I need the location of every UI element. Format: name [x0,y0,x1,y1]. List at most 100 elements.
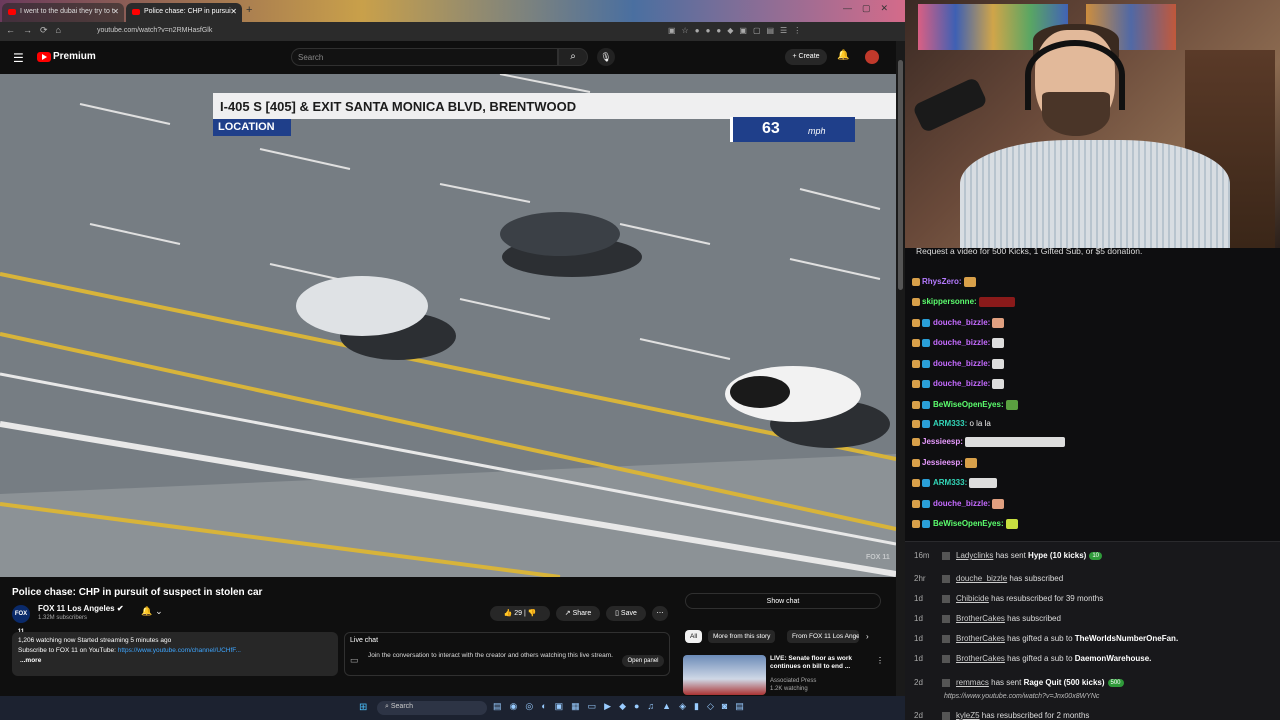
emote-icon [992,318,1005,328]
event-user[interactable]: BrotherCakes [956,654,1005,663]
share-button[interactable]: ↗ Share [556,606,600,621]
description-more[interactable]: ...more [20,657,41,664]
taskbar-app-icons[interactable]: ▤◉◎◐▣▦▭▶◆●♫▲◈▮◇◙▤ [493,701,752,712]
description-link[interactable]: https://www.youtube.com/channel/UCHfF... [118,647,241,654]
kicks-tag: 10 [1089,551,1102,560]
like-button[interactable]: 👍 29 | 👎 [490,606,550,621]
search-input[interactable]: Search [291,48,558,66]
event-text: has resubscribed for 2 months [979,711,1090,720]
kick-icon [942,678,950,687]
browser-tab[interactable]: I went to the dubai they try to t ✕ [2,3,124,22]
bookmark-icon: ▯ [615,610,619,617]
related-video-thumbnail[interactable] [683,655,766,695]
taskbar-search[interactable]: ⌕ Search [377,701,487,715]
more-actions-icon[interactable]: ⋯ [652,606,668,621]
subscribe-icon [942,614,950,623]
close-tab-icon[interactable]: ✕ [230,7,237,16]
sub-badge-icon [912,298,920,306]
taskbar-search-label: Search [390,703,414,710]
event-detail: Rage Quit (500 kicks) [1023,678,1105,687]
chat-username[interactable]: douche_bizzle: [933,318,990,327]
new-tab-icon[interactable]: + [246,4,252,16]
windows-start-icon[interactable]: ⊞ [359,702,367,713]
chat-message: douche_bizzle: [912,379,1005,389]
chip-more-from-story[interactable]: More from this story [708,630,776,643]
youtube-logo-icon[interactable] [37,52,51,62]
chat-username[interactable]: BeWiseOpenEyes: [933,519,1004,528]
menu-icon[interactable]: ☰ [13,51,24,65]
location-text: I-405 S [405] & EXIT SANTA MONICA BLVD, … [220,99,577,114]
channel-logo[interactable]: FOX 11 [12,605,30,635]
save-label: Save [620,610,637,617]
related-video-title[interactable]: LIVE: Senate floor as work continues on … [770,655,870,671]
chat-username[interactable]: douche_bizzle: [933,379,990,388]
live-chat-title: Live chat [350,637,379,644]
extension-icons[interactable]: ▣☆●●●◆▣▢▤☰⋮ [668,26,807,35]
chat-pinned-message: Request a video for 500 Kicks, 1 Gifted … [916,246,1143,256]
window-controls[interactable]: —▢✕ [843,3,898,14]
avatar[interactable] [865,50,879,64]
url-field[interactable]: youtube.com/watch?v=n2RMHasfGlk [97,27,212,34]
related-video-viewers: 1.2K watching [770,686,808,692]
emote-icon [992,379,1005,389]
gift-icon [942,634,950,643]
microphone-icon[interactable]: 🎙 [597,48,615,66]
chat-bubble-icon: ▭ [350,655,359,665]
sub-badge-icon [912,319,920,327]
emote-icon [964,437,1065,447]
chat-username[interactable]: douche_bizzle: [933,338,990,347]
kick-icon [942,551,950,560]
browser-tab-active[interactable]: Police chase: CHP in pursui ✕ [126,3,242,22]
chat-username[interactable]: skippersonne: [922,297,977,306]
chevron-right-icon[interactable]: › [866,632,869,641]
related-more-icon[interactable]: ⋮ [876,656,884,665]
speed-box [730,117,855,142]
search-icon[interactable]: ⌕ [558,48,588,66]
chat-username[interactable]: douche_bizzle: [933,499,990,508]
show-chat-button[interactable]: Show chat [685,593,881,609]
gift-icon [942,654,950,663]
event-user[interactable]: kyleZ5 [956,711,980,720]
chip-from-fox11[interactable]: From FOX 11 Los Angeles [787,630,859,643]
chat-username[interactable]: ARM333: [933,419,967,428]
event-user[interactable]: BrotherCakes [956,634,1005,643]
fox11-watermark: FOX 11 [866,554,890,561]
channel-name[interactable]: FOX 11 Los Angeles ✔ [38,604,124,613]
close-tab-icon[interactable]: ✕ [112,7,119,16]
chat-username[interactable]: ARM333: [933,478,967,487]
browser-nav-icons[interactable]: ←→⟳⌂ [6,25,69,36]
chat-message: BeWiseOpenEyes: [912,519,1018,529]
gifter-badge-icon [922,380,930,388]
activity-event: 2d kyleZ5 has resubscribed for 2 months [914,711,1089,720]
streamer-shirt [960,140,1230,250]
event-user[interactable]: Ladyclinks [956,551,993,560]
chat-message: RhysZero: [912,277,976,287]
chat-message: BeWiseOpenEyes: [912,400,1018,410]
event-user[interactable]: BrotherCakes [956,614,1005,623]
channel-name-text: FOX 11 Los Angeles [38,604,115,613]
chat-username[interactable]: douche_bizzle: [933,359,990,368]
event-user[interactable]: douche_bizzle [956,574,1007,583]
live-chat-text: Join the conversation to interact with t… [368,652,613,659]
event-user[interactable]: remmacs [956,678,989,687]
chat-username[interactable]: Jessieesp: [922,458,963,467]
notifications-bell-icon[interactable]: 🔔 [837,50,849,61]
chat-message: douche_bizzle: [912,499,1005,509]
video-player[interactable] [0,74,896,577]
chat-username[interactable]: BeWiseOpenEyes: [933,400,1004,409]
gifter-badge-icon [922,319,930,327]
event-link[interactable]: https://www.youtube.com/watch?v=Jnx00x8W… [944,693,1099,700]
event-user[interactable]: Chibicide [956,594,989,603]
chat-username[interactable]: RhysZero: [922,277,962,286]
scrollbar-thumb[interactable] [898,60,903,290]
youtube-premium-logo[interactable]: Premium [53,51,96,62]
chip-all[interactable]: All [685,630,703,643]
headset-icon [1025,40,1125,110]
save-button[interactable]: ▯ Save [606,606,646,621]
subscription-bell-button[interactable]: 🔔 ⌄ [136,606,168,621]
chat-username[interactable]: Jessieesp: [922,437,963,446]
open-panel-button[interactable]: Open panel [622,655,664,667]
event-time: 2d [914,711,923,720]
create-button[interactable]: + Create [785,49,827,65]
chat-message: Jessieesp: [912,437,1065,447]
